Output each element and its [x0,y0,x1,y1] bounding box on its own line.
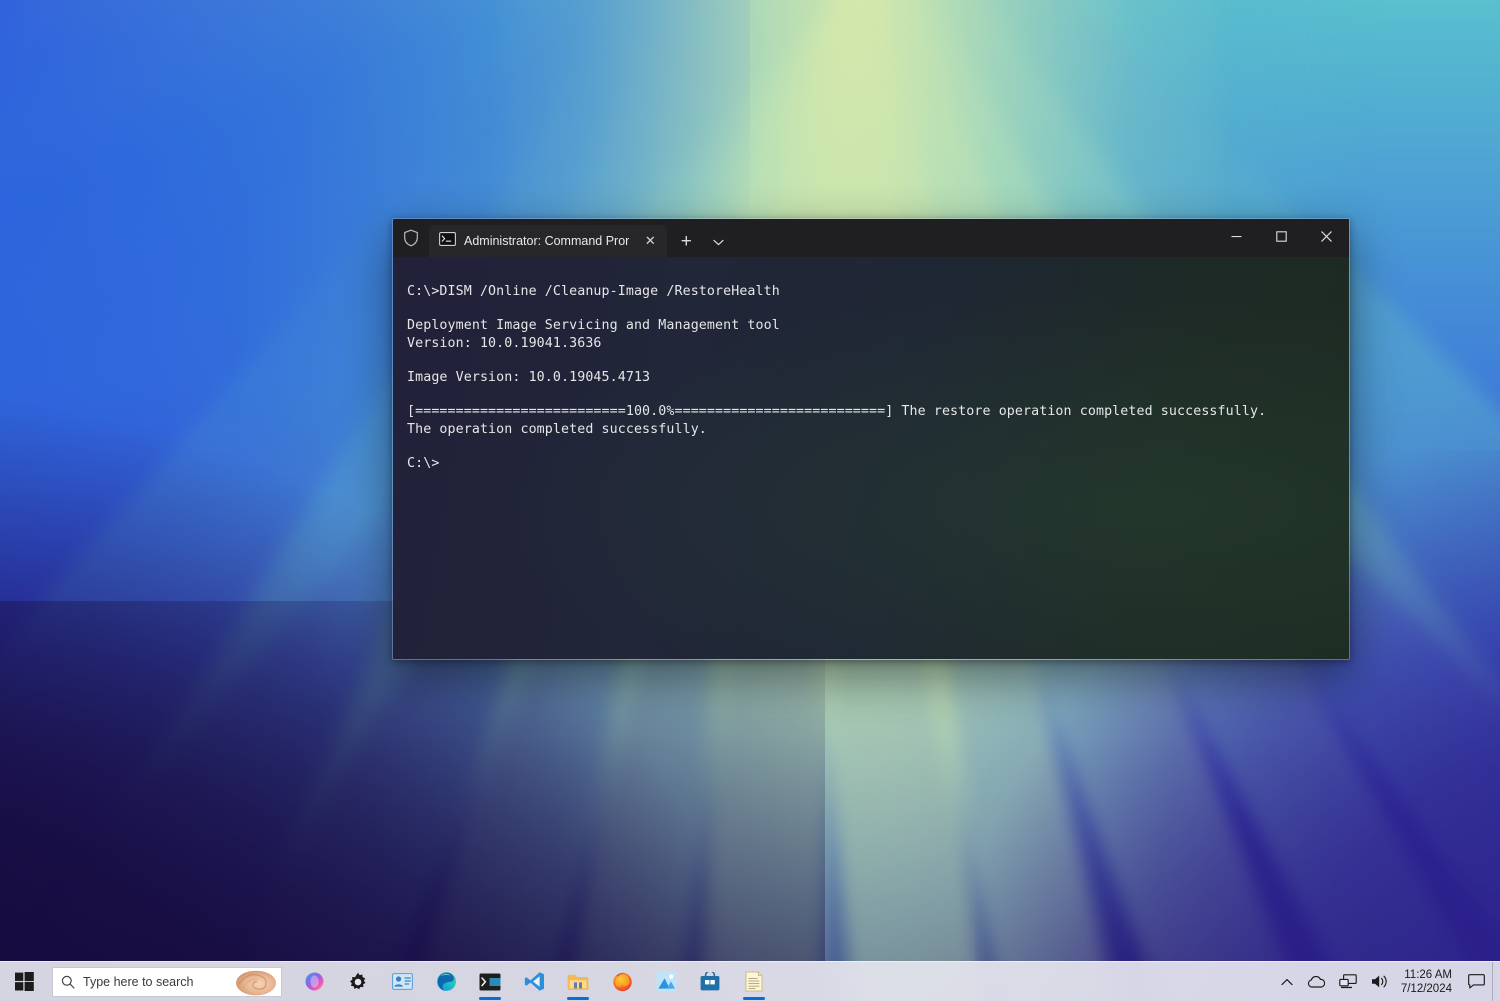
network-icon [1339,974,1357,989]
taskbar-item-vscode[interactable] [514,962,554,1001]
people-icon [391,973,413,990]
tab-close-icon[interactable]: ✕ [637,229,663,253]
search-placeholder: Type here to search [83,974,194,989]
chevron-down-icon[interactable] [703,227,733,257]
command-prompt-window[interactable]: Administrator: Command Pror ✕ + C:\>DISM… [392,218,1350,660]
show-desktop-button[interactable] [1492,961,1500,1001]
administrator-shield [393,219,429,257]
maximize-button[interactable] [1259,219,1304,253]
system-tray[interactable]: 11:26 AM 7/12/2024 [1274,961,1500,1001]
windows-logo-icon [14,972,34,991]
command-prompt-icon [439,231,456,251]
taskbar-item-people[interactable] [382,962,422,1001]
action-center-icon [1468,974,1485,989]
store-icon [700,971,720,990]
taskbar-active-indicator [567,996,589,1000]
chevron-up-icon [1281,978,1293,985]
shield-icon [404,229,418,247]
taskbar-item-settings[interactable] [338,962,378,1001]
taskbar-item-notepad[interactable] [734,962,774,1001]
window-title-bar[interactable]: Administrator: Command Pror ✕ + [393,219,1349,257]
terminal-tab[interactable]: Administrator: Command Pror ✕ [429,225,668,257]
tray-overflow-button[interactable] [1274,962,1300,1001]
taskbar-item-copilot[interactable] [294,962,334,1001]
new-tab-button[interactable]: + [671,227,701,257]
taskbar-item-photos[interactable] [646,962,686,1001]
taskbar-item-microsoft-store[interactable] [690,962,730,1001]
volume-icon [1371,975,1387,988]
copilot-icon [305,972,323,991]
photos-icon [656,971,676,992]
taskbar-item-firefox[interactable] [602,962,642,1001]
clock[interactable]: 11:26 AM 7/12/2024 [1396,962,1461,1001]
gear-icon [350,972,366,989]
tab-strip[interactable]: Administrator: Command Pror ✕ + [429,219,1214,257]
tray-onedrive[interactable] [1300,962,1332,1001]
tab-title: Administrator: Command Pror [464,234,630,248]
vscode-icon [524,972,544,991]
taskbar[interactable]: Type here to search 11:26 AM 7/12/2024 [0,961,1500,1001]
terminal-text: C:\>DISM /Online /Cleanup-Image /Restore… [407,284,1267,472]
window-controls[interactable] [1214,219,1349,257]
clock-date: 7/12/2024 [1400,982,1452,995]
cortana-shell-icon[interactable] [235,970,277,1001]
firefox-icon [612,972,632,992]
minimize-button[interactable] [1214,219,1259,253]
taskbar-item-terminal[interactable] [470,962,510,1001]
edge-icon [436,972,456,991]
tray-network[interactable] [1332,962,1364,1001]
desktop[interactable]: Administrator: Command Pror ✕ + C:\>DISM… [0,0,1500,1001]
close-button[interactable] [1304,219,1349,253]
search-icon [61,975,75,989]
notepad-icon [745,971,763,992]
taskbar-item-edge[interactable] [426,962,466,1001]
clock-time: 11:26 AM [1404,968,1452,981]
tray-volume[interactable] [1364,962,1396,1001]
taskbar-active-indicator [743,996,765,1000]
search-input[interactable]: Type here to search [52,966,282,997]
terminal-output-area[interactable]: C:\>DISM /Online /Cleanup-Image /Restore… [393,257,1349,659]
terminal-icon [479,973,501,990]
onedrive-icon [1307,975,1325,988]
taskbar-active-indicator [479,996,501,1000]
wallpaper-bottom-shade [0,600,825,1001]
folder-icon [567,974,589,990]
taskbar-app-icons[interactable] [294,962,774,1001]
start-button[interactable] [0,962,48,1001]
taskbar-item-file-explorer[interactable] [558,962,598,1001]
action-center-button[interactable] [1461,962,1492,1001]
